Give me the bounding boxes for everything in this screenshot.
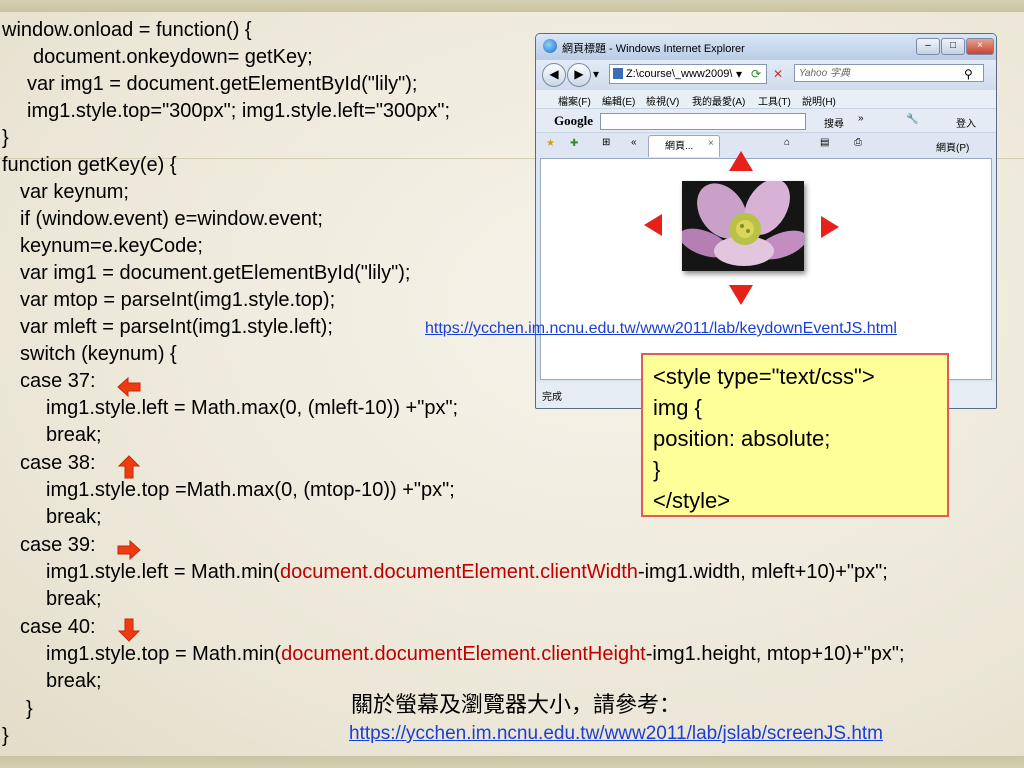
code-line: case 37: xyxy=(20,370,96,392)
code-line: img1.style.left = Math.max(0, (mleft-10)… xyxy=(46,397,459,419)
address-text: Z:\course\_www2009\ xyxy=(626,68,733,80)
code-fragment: img1.style.left = Math.min( xyxy=(46,561,280,583)
wrench-icon[interactable]: 🔧 xyxy=(906,114,918,125)
print-icon[interactable]: ⎙ xyxy=(854,137,862,148)
code-line: } xyxy=(2,725,9,747)
menu-file[interactable]: 檔案(F) xyxy=(558,93,591,108)
code-line: break; xyxy=(46,670,102,692)
google-search-button[interactable]: 搜尋 xyxy=(824,115,844,130)
screen-size-note: 關於螢幕及瀏覽器大小，請參考： xyxy=(351,693,682,718)
css-line: </style> xyxy=(653,488,731,513)
tab-scroll-left-icon[interactable]: « xyxy=(631,137,637,148)
code-line: } xyxy=(2,127,9,149)
lily-image xyxy=(682,181,804,271)
code-fragment: -img1.width, mleft+10)+"px"; xyxy=(637,561,888,583)
status-text: 完成 xyxy=(542,392,562,403)
lily-flower-picture xyxy=(682,181,804,271)
left-arrow-icon xyxy=(117,376,141,398)
right-arrow-icon xyxy=(821,216,839,238)
refresh-icon[interactable]: ⟳ xyxy=(751,66,761,82)
code-line-case40: img1.style.top = Math.min(document.docum… xyxy=(46,641,905,667)
add-favorite-icon[interactable]: ✚ xyxy=(570,138,578,149)
code-line: function getKey(e) { xyxy=(2,154,177,176)
code-line: keynum=e.keyCode; xyxy=(20,235,203,257)
browser-nav-bar: ◀ ▶ ▾ Z:\course\_www2009\ ▾ ⟳ ✕ Yahoo 字典… xyxy=(536,60,996,90)
login-button[interactable]: 登入 xyxy=(956,115,976,130)
address-bar[interactable]: Z:\course\_www2009\ xyxy=(609,64,767,84)
more-chevron-icon[interactable]: » xyxy=(858,113,864,124)
maximize-icon[interactable]: □ xyxy=(941,38,965,55)
code-line: img1.style.top =Math.max(0, (mtop-10)) +… xyxy=(46,479,455,501)
slide-bottom-band xyxy=(0,756,1024,768)
code-line: break; xyxy=(46,424,102,446)
code-line: if (window.event) e=window.event; xyxy=(20,208,323,230)
home-icon[interactable]: ⌂ xyxy=(784,137,790,148)
slide-top-band xyxy=(0,0,1024,12)
right-arrow-icon xyxy=(117,539,141,561)
code-line: var keynum; xyxy=(20,181,129,203)
address-dropdown-icon[interactable]: ▾ xyxy=(736,66,742,82)
minimize-icon[interactable]: – xyxy=(916,38,940,55)
browser-title: 網頁標題 - Windows Internet Explorer xyxy=(562,43,745,55)
down-arrow-icon xyxy=(117,618,141,642)
stop-icon[interactable]: ✕ xyxy=(773,66,783,82)
tab-label: 網頁... xyxy=(665,141,694,152)
favorites-star-icon[interactable]: ★ xyxy=(546,138,555,149)
forward-icon[interactable]: ▶ xyxy=(567,63,591,87)
up-arrow-icon xyxy=(729,151,753,171)
code-fragment: -img1.height, mtop+10)+"px"; xyxy=(645,643,905,665)
code-highlight: document.documentElement.clientHeight xyxy=(281,643,646,665)
menu-view[interactable]: 檢視(V) xyxy=(646,93,679,108)
code-line: case 38: xyxy=(20,452,96,474)
code-line: case 40: xyxy=(20,616,96,638)
feeds-icon[interactable]: ▤ xyxy=(820,137,829,148)
css-line: position: absolute; xyxy=(653,426,831,451)
css-code-box: <style type="text/css"> img { position: … xyxy=(641,353,949,517)
google-toolbar: Google 搜尋 » 🔧 登入 xyxy=(536,108,996,133)
code-fragment: img1.style.top = Math.min( xyxy=(46,643,282,665)
code-line: img1.style.top="300px"; img1.style.left=… xyxy=(27,100,451,122)
code-line: case 39: xyxy=(20,534,96,556)
history-dropdown-icon[interactable]: ▾ xyxy=(593,66,599,82)
code-line: var mtop = parseInt(img1.style.top); xyxy=(20,289,336,311)
back-icon[interactable]: ◀ xyxy=(542,63,566,87)
code-line: var mleft = parseInt(img1.style.left); xyxy=(20,316,333,338)
menu-tools[interactable]: 工具(T) xyxy=(758,93,791,108)
menu-bar: 檔案(F) 編輯(E) 檢視(V) 我的最愛(A) 工具(T) 說明(H) xyxy=(536,90,996,108)
css-line: img { xyxy=(653,395,702,420)
google-logo: Google xyxy=(554,113,593,128)
keydown-demo-link[interactable]: https://ycchen.im.ncnu.edu.tw/www2011/la… xyxy=(425,320,897,338)
code-line: break; xyxy=(46,506,102,528)
google-search-input[interactable] xyxy=(600,113,806,130)
tab-bar: ★ ✚ ⊞ « 網頁... × ⌂ ▤ ⎙ 網頁(P) xyxy=(536,132,996,159)
tab-list-icon[interactable]: ⊞ xyxy=(602,137,610,148)
screen-demo-link[interactable]: https://ycchen.im.ncnu.edu.tw/www2011/la… xyxy=(349,723,883,745)
up-arrow-icon xyxy=(117,455,141,479)
tab-close-icon[interactable]: × xyxy=(708,138,714,149)
down-arrow-icon xyxy=(729,285,753,305)
search-icon[interactable]: ⚲ xyxy=(964,66,973,82)
page-icon xyxy=(613,68,623,79)
ie-logo-icon xyxy=(543,39,557,53)
code-line: document.onkeydown= getKey; xyxy=(33,46,313,68)
left-arrow-icon xyxy=(644,214,662,236)
css-line: } xyxy=(653,457,661,482)
menu-favorites[interactable]: 我的最愛(A) xyxy=(692,93,745,108)
code-line: window.onload = function() { xyxy=(2,19,252,41)
code-line: var img1 = document.getElementById("lily… xyxy=(20,262,411,284)
code-line: var img1 = document.getElementById("lily… xyxy=(27,73,418,95)
css-line: <style type="text/css"> xyxy=(653,364,875,389)
menu-help[interactable]: 說明(H) xyxy=(802,93,836,108)
search-input[interactable]: Yahoo 字典 xyxy=(794,64,984,82)
code-line-case39: img1.style.left = Math.min(document.docu… xyxy=(46,559,888,585)
code-line: break; xyxy=(46,588,102,610)
browser-title-bar: 網頁標題 - Windows Internet Explorer – □ × xyxy=(536,34,996,60)
code-line: } xyxy=(26,698,33,720)
code-highlight: document.documentElement.clientWidth xyxy=(279,561,638,583)
page-menu[interactable]: 網頁(P) xyxy=(936,139,969,154)
close-icon[interactable]: × xyxy=(966,38,994,55)
code-line: switch (keynum) { xyxy=(20,343,177,365)
menu-edit[interactable]: 編輯(E) xyxy=(602,93,635,108)
